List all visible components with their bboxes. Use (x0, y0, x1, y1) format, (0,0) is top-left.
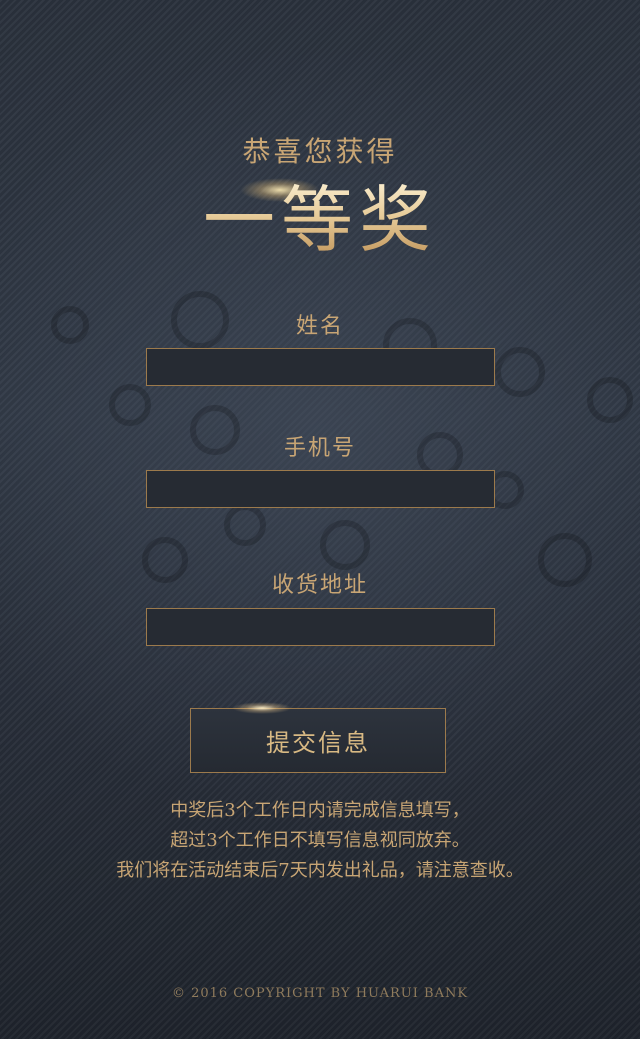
address-input[interactable] (146, 608, 495, 646)
congratulations-headline: 恭喜您获得 (242, 135, 398, 168)
phone-label: 手机号 (283, 436, 356, 461)
prize-title: 一等奖 (0, 172, 640, 268)
phone-input[interactable] (146, 470, 495, 508)
button-glint (232, 702, 292, 714)
address-label: 收货地址 (271, 573, 368, 598)
notice-line: 中奖后3个工作日内请完成信息填写， (170, 800, 470, 821)
submit-info-button[interactable]: 提交信息 (190, 708, 446, 773)
notice-line: 超过3个工作日不填写信息视同放弃。 (170, 830, 470, 851)
prize-notice: 中奖后3个工作日内请完成信息填写， 超过3个工作日不填写信息视同放弃。 我们将在… (0, 796, 640, 886)
name-label: 姓名 (295, 314, 344, 339)
notice-line: 我们将在活动结束后7天内发出礼品，请注意查收。 (116, 860, 524, 881)
copyright-footer: © 2016 COPYRIGHT BY HUARUI BANK (171, 986, 469, 1001)
name-input[interactable] (146, 348, 495, 386)
